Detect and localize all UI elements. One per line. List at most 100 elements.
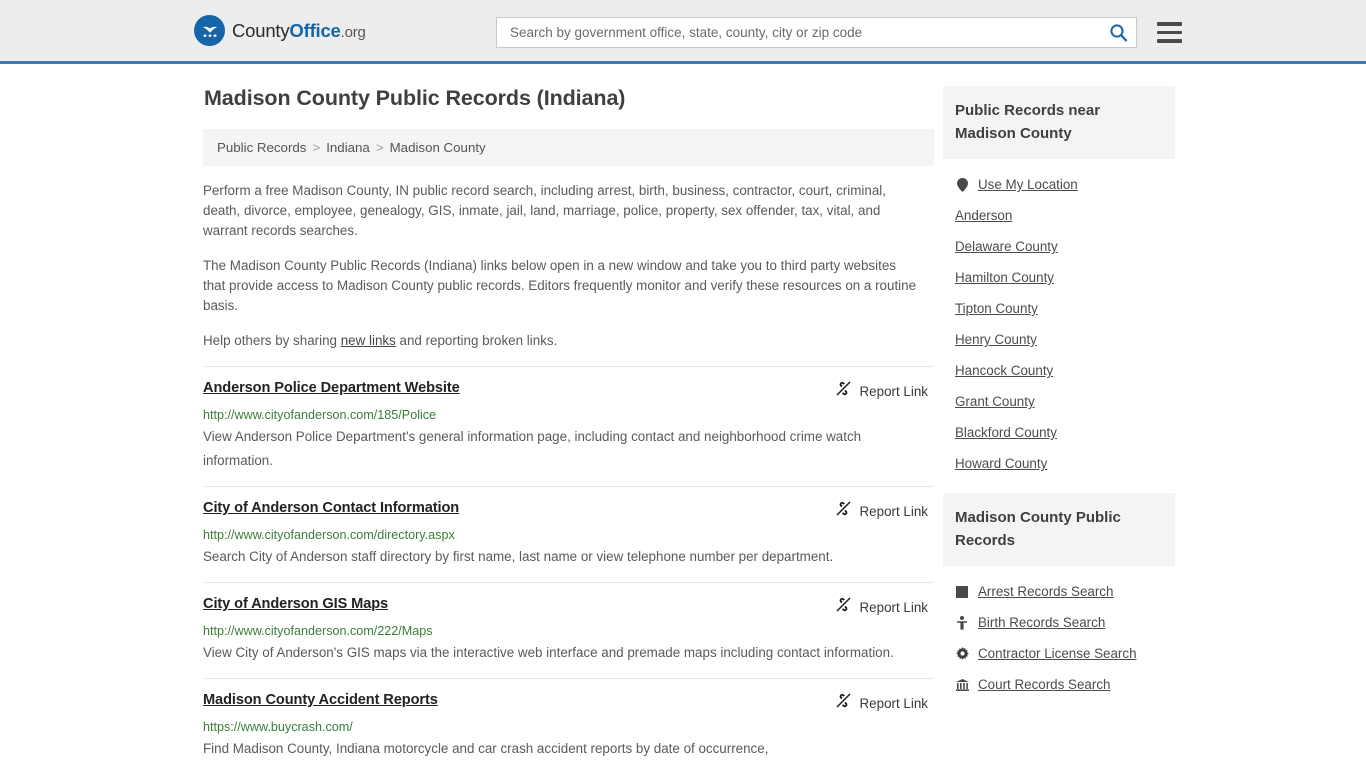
broken-chain-icon <box>835 500 852 522</box>
broken-chain-icon <box>835 380 852 402</box>
breadcrumb-item-madison-county[interactable]: Madison County <box>390 140 486 155</box>
breadcrumb-separator: > <box>312 140 321 155</box>
map-pin-icon <box>955 177 969 192</box>
result-header: City of Anderson Contact Information Repo… <box>203 500 934 522</box>
intro-section: Perform a free Madison County, IN public… <box>203 181 918 351</box>
search-input[interactable] <box>508 24 1109 41</box>
sidebar-item-label: Arrest Records Search <box>978 584 1114 599</box>
sidebar-item-label: Hancock County <box>955 363 1054 378</box>
sidebar-item-label: Court Records Search <box>978 677 1111 692</box>
sidebar-item-grant-county[interactable]: Grant County <box>943 386 1175 417</box>
sidebar-item-label: Hamilton County <box>955 270 1054 285</box>
sidebar-item-anderson[interactable]: Anderson <box>943 200 1175 231</box>
result-header: Anderson Police Department Website Report… <box>203 380 934 402</box>
sidebar-item-label: Delaware County <box>955 239 1058 254</box>
hamburger-bar <box>1157 30 1182 35</box>
panel-spacer <box>943 479 1175 493</box>
results-list: Anderson Police Department Website Report… <box>203 366 934 768</box>
sidebar-item-henry-county[interactable]: Henry County <box>943 324 1175 355</box>
help-suffix: and reporting broken links. <box>395 333 558 348</box>
sidebar-item-label: Use My Location <box>978 177 1078 192</box>
sidebar-item-contractor-license-search[interactable]: Contractor License Search <box>943 638 1175 669</box>
report-link-button[interactable]: Report Link <box>835 692 934 714</box>
baby-icon <box>955 615 969 630</box>
sidebar-item-label: Contractor License Search <box>978 646 1137 661</box>
eagle-stars-seal-icon <box>194 15 225 46</box>
result-item: City of Anderson Contact Information Repo… <box>203 486 934 582</box>
sidebar-item-howard-county[interactable]: Howard County <box>943 448 1175 479</box>
records-panel-list: Arrest Records Search Birth Records Searc… <box>943 566 1175 700</box>
result-title-link[interactable]: City of Anderson GIS Maps <box>203 596 388 612</box>
result-title-link[interactable]: Madison County Accident Reports <box>203 692 438 708</box>
hamburger-bar <box>1157 39 1182 43</box>
gear-icon <box>955 647 969 660</box>
result-description: Search City of Anderson staff directory … <box>203 549 834 564</box>
sidebar-item-label: Grant County <box>955 394 1035 409</box>
report-link-button[interactable]: Report Link <box>835 596 934 618</box>
courthouse-icon <box>955 678 969 691</box>
result-description: View City of Anderson's GIS maps via the… <box>203 645 894 660</box>
result-item: City of Anderson GIS Maps Report Link http… <box>203 582 934 678</box>
sidebar-item-court-records-search[interactable]: Court Records Search <box>943 669 1175 700</box>
page-body: Madison County Public Records (Indiana) … <box>0 64 1366 768</box>
intro-help-line: Help others by sharing new links and rep… <box>203 331 918 351</box>
result-title-link[interactable]: Anderson Police Department Website <box>203 380 460 396</box>
sidebar-item-tipton-county[interactable]: Tipton County <box>943 293 1175 324</box>
logo-text-office: Office <box>289 19 341 41</box>
report-link-button[interactable]: Report Link <box>835 500 934 522</box>
breadcrumb-item-indiana[interactable]: Indiana <box>326 140 370 155</box>
nearby-panel-title: Public Records near Madison County <box>943 86 1175 159</box>
site-logo[interactable]: CountyOffice.org <box>194 15 366 46</box>
report-link-label: Report Link <box>859 503 928 519</box>
sidebar-item-hamilton-county[interactable]: Hamilton County <box>943 262 1175 293</box>
report-link-label: Report Link <box>859 695 928 711</box>
search-icon[interactable] <box>1109 23 1128 42</box>
new-links-link[interactable]: new links <box>341 333 396 348</box>
sidebar-item-arrest-records-search[interactable]: Arrest Records Search <box>943 576 1175 607</box>
result-header: Madison County Accident Reports Report Li… <box>203 692 934 714</box>
help-prefix: Help others by sharing <box>203 333 341 348</box>
breadcrumb-separator: > <box>375 140 384 155</box>
result-description: View Anderson Police Department's genera… <box>203 429 862 468</box>
sidebar-item-label: Tipton County <box>955 301 1038 316</box>
hamburger-menu-icon[interactable] <box>1157 22 1182 43</box>
main-column: Madison County Public Records (Indiana) … <box>194 86 934 768</box>
sidebar-item-label: Howard County <box>955 456 1048 471</box>
sidebar-item-delaware-county[interactable]: Delaware County <box>943 231 1175 262</box>
intro-paragraph-1: Perform a free Madison County, IN public… <box>203 183 886 238</box>
nearby-panel-list: Use My Location Anderson Delaware County Ha… <box>943 159 1175 479</box>
page-title: Madison County Public Records (Indiana) <box>204 86 626 110</box>
county-records-panel: Madison County Public Records Arrest Rec… <box>943 493 1175 700</box>
logo-wordmark: CountyOffice.org <box>232 20 366 42</box>
report-link-label: Report Link <box>859 599 928 615</box>
broken-chain-icon <box>835 596 852 618</box>
report-link-button[interactable]: Report Link <box>835 380 934 402</box>
intro-paragraph-2: The Madison County Public Records (India… <box>203 258 917 313</box>
result-url[interactable]: http://www.cityofanderson.com/directory.… <box>203 528 934 542</box>
result-url[interactable]: http://www.cityofanderson.com/185/Police <box>203 408 934 422</box>
sidebar-item-birth-records-search[interactable]: Birth Records Search <box>943 607 1175 638</box>
content-container: Madison County Public Records (Indiana) … <box>194 64 1184 768</box>
result-url[interactable]: https://www.buycrash.com/ <box>203 720 934 734</box>
sidebar-item-hancock-county[interactable]: Hancock County <box>943 355 1175 386</box>
logo-text-org: .org <box>340 23 366 41</box>
hamburger-bar <box>1157 22 1182 26</box>
nearby-records-panel: Public Records near Madison County Use M… <box>943 86 1175 479</box>
breadcrumb-item-public-records[interactable]: Public Records <box>217 140 306 155</box>
result-item: Madison County Accident Reports Report Li… <box>203 678 934 768</box>
search-box[interactable] <box>496 17 1137 48</box>
result-item: Anderson Police Department Website Report… <box>203 366 934 486</box>
result-url[interactable]: http://www.cityofanderson.com/222/Maps <box>203 624 934 638</box>
report-link-label: Report Link <box>859 383 928 399</box>
sidebar: Public Records near Madison County Use M… <box>943 86 1175 768</box>
result-description: Find Madison County, Indiana motorcycle … <box>203 741 769 756</box>
records-panel-title: Madison County Public Records <box>943 493 1175 566</box>
logo-text-county: County <box>232 19 290 41</box>
result-header: City of Anderson GIS Maps Report Link <box>203 596 934 618</box>
sidebar-item-use-my-location[interactable]: Use My Location <box>943 169 1175 200</box>
sidebar-item-blackford-county[interactable]: Blackford County <box>943 417 1175 448</box>
sidebar-item-label: Birth Records Search <box>978 615 1106 630</box>
sidebar-item-label: Anderson <box>955 208 1013 223</box>
result-title-link[interactable]: City of Anderson Contact Information <box>203 500 459 516</box>
sidebar-item-label: Henry County <box>955 332 1037 347</box>
